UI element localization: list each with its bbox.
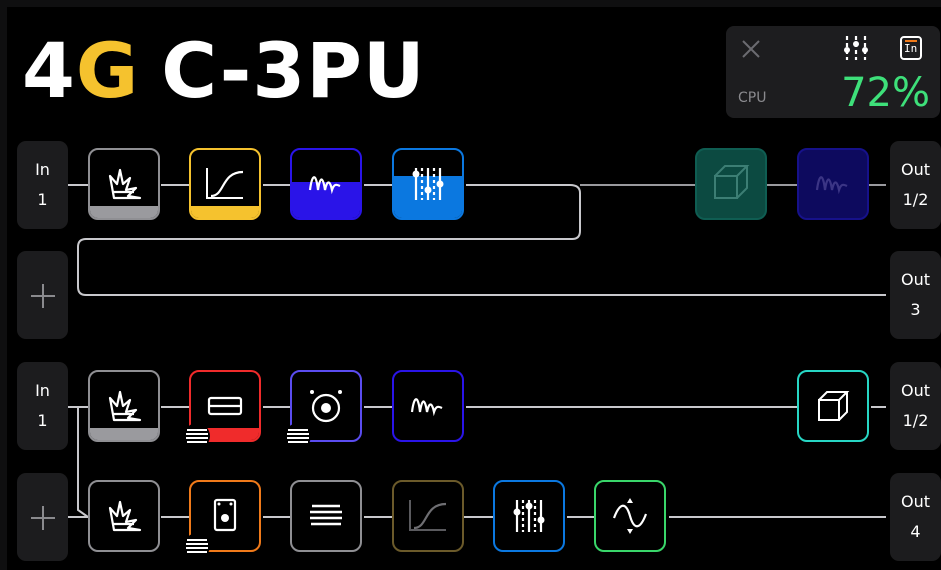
sine-icon: [612, 498, 648, 534]
plus-icon: [31, 506, 55, 530]
output-number: 3: [910, 300, 921, 319]
stripe-block[interactable]: [290, 480, 362, 552]
output-number: 1/2: [902, 190, 929, 209]
input-1-row3[interactable]: In 1: [17, 362, 68, 450]
amp-block[interactable]: [88, 370, 160, 442]
eq-icon: [409, 500, 447, 531]
output-label: Out: [900, 270, 930, 289]
stripe-icon: [287, 425, 309, 447]
stripe-icon: [186, 535, 208, 557]
sine-block[interactable]: [594, 480, 666, 552]
mixer-block[interactable]: [392, 148, 464, 220]
input-number: 1: [37, 190, 48, 209]
wave-icon: [308, 176, 341, 195]
output-row4[interactable]: Out 4: [890, 473, 941, 561]
wave-icon: [410, 398, 443, 417]
stripe-icon: [186, 425, 208, 447]
stripe-icon: [310, 500, 342, 532]
amp-icon: [108, 500, 142, 532]
output-row2[interactable]: Out 3: [890, 251, 941, 339]
amp-block[interactable]: [88, 148, 160, 220]
eq-icon: [206, 168, 244, 199]
add-input-button-row2[interactable]: [17, 251, 68, 339]
output-row3[interactable]: Out 1/2: [890, 362, 941, 450]
cube-icon: [818, 391, 850, 421]
input-number: 1: [37, 411, 48, 430]
output-label: Out: [900, 492, 930, 511]
mixer-icon: [513, 500, 545, 532]
output-label: Out: [900, 160, 930, 179]
amp-block[interactable]: [88, 480, 160, 552]
output-label: Out: [900, 381, 930, 400]
eq-block[interactable]: [189, 148, 261, 220]
cab-block[interactable]: [695, 148, 767, 220]
wave-icon: [815, 176, 848, 195]
wave-block[interactable]: [290, 148, 362, 220]
wave-block-bypassed[interactable]: [797, 148, 869, 220]
cube-block[interactable]: [797, 370, 869, 442]
stripe-badge: [285, 423, 311, 449]
output-row1[interactable]: Out 1/2: [890, 141, 941, 229]
stripe-badge: [184, 423, 210, 449]
input-1-row1[interactable]: In 1: [17, 141, 68, 229]
add-input-button-row4[interactable]: [17, 473, 68, 561]
plus-icon: [31, 284, 55, 308]
input-label: In: [35, 381, 50, 400]
output-number: 1/2: [902, 411, 929, 430]
input-label: In: [35, 160, 50, 179]
stripe-badge: [184, 533, 210, 559]
eq-block-bypassed[interactable]: [392, 480, 464, 552]
mixer-block[interactable]: [493, 480, 565, 552]
cab-icon: [714, 165, 750, 199]
output-number: 4: [910, 522, 921, 541]
mixer-icon: [412, 168, 444, 200]
amp-icon: [108, 168, 142, 200]
wave-block[interactable]: [392, 370, 464, 442]
amp-icon: [108, 390, 142, 422]
